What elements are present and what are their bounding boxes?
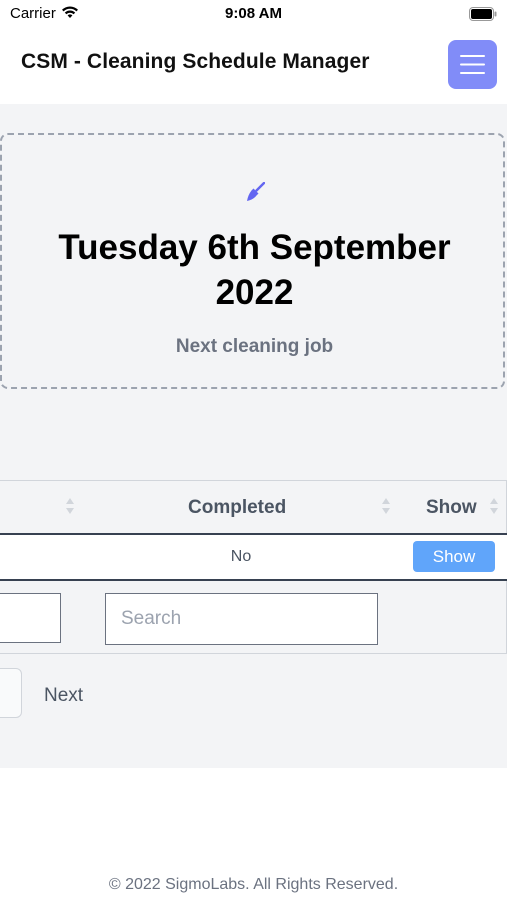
next-job-card: Tuesday 6th September 2022 Next cleaning… (0, 133, 505, 389)
previous-page-button[interactable] (0, 668, 22, 718)
battery-icon (469, 7, 497, 21)
table-row: No Show (0, 535, 507, 581)
status-bar: Carrier 9:08 AM (0, 0, 507, 30)
column-header-show[interactable]: Show (426, 497, 477, 519)
app-header: CSM - Cleaning Schedule Manager (0, 30, 507, 104)
table-header: Completed Show (0, 481, 507, 535)
sort-icon[interactable] (381, 497, 391, 515)
app-title: CSM - Cleaning Schedule Manager (21, 50, 370, 73)
sort-icon[interactable] (65, 497, 75, 515)
hamburger-menu-icon (460, 55, 485, 74)
menu-button[interactable] (448, 40, 497, 89)
column-header-completed[interactable]: Completed (188, 497, 286, 519)
show-button[interactable]: Show (413, 541, 495, 572)
next-job-date: Tuesday 6th September 2022 (58, 228, 451, 312)
search-input[interactable] (105, 593, 378, 645)
main-content: Tuesday 6th September 2022 Next cleaning… (0, 104, 507, 768)
clock: 9:08 AM (225, 5, 282, 22)
sort-icon[interactable] (489, 497, 499, 515)
cell-completed: No (230, 548, 252, 565)
broom-icon (247, 182, 265, 201)
next-page-link[interactable]: Next (44, 685, 83, 707)
next-job-caption: Next cleaning job (175, 336, 334, 357)
jobs-table: Completed Show No Show (0, 480, 507, 654)
page-length-select[interactable] (0, 593, 61, 643)
footer-copyright: © 2022 SigmoLabs. All Rights Reserved. (108, 876, 399, 893)
